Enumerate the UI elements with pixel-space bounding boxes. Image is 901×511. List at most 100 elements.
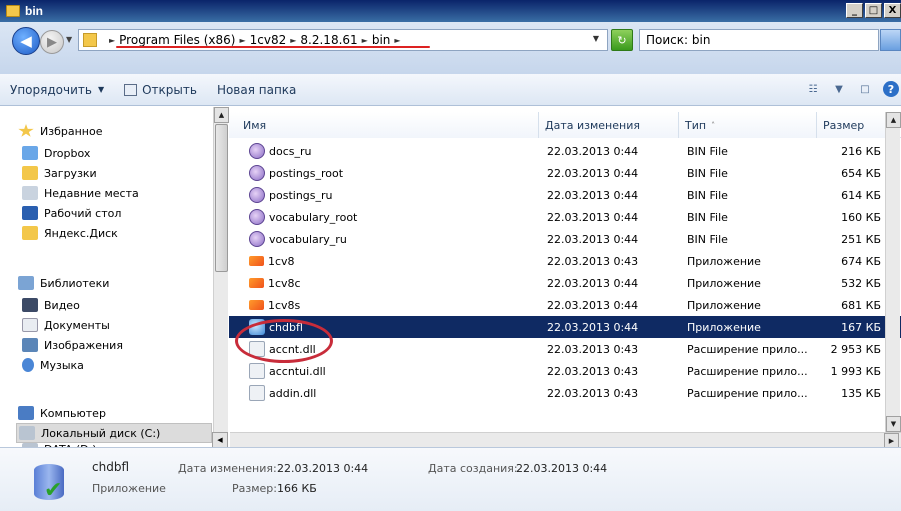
- forward-button[interactable]: ▶: [40, 30, 64, 54]
- table-row[interactable]: addin.dll 22.03.2013 0:43 Расширение прило…: [229, 382, 901, 404]
- table-row[interactable]: vocabulary_root 22.03.2013 0:44 BIN File 16…: [229, 206, 901, 228]
- organize-button[interactable]: Упорядочить ▼: [0, 83, 114, 97]
- back-button[interactable]: ◀: [12, 27, 40, 55]
- file-list-scrollbar[interactable]: ▲ ▼: [885, 112, 901, 432]
- dll-file-icon: [249, 385, 265, 401]
- nav-favorites[interactable]: Избранное: [18, 121, 102, 141]
- table-row[interactable]: 1cv8 22.03.2013 0:43 Приложение 674 КБ: [229, 250, 901, 272]
- nav-item-drive-c[interactable]: Локальный диск (C:): [16, 423, 212, 443]
- refresh-button[interactable]: ↻: [611, 29, 633, 51]
- chevron-down-icon[interactable]: ▼: [593, 34, 599, 43]
- file-type: Приложение: [687, 254, 761, 268]
- downloads-folder-icon: [22, 166, 38, 180]
- close-button[interactable]: X: [884, 3, 901, 18]
- file-type: Расширение прило...: [687, 386, 808, 400]
- scroll-down-icon[interactable]: ▼: [886, 416, 901, 432]
- chevron-down-icon: ▼: [97, 85, 105, 94]
- table-row[interactable]: vocabulary_ru 22.03.2013 0:44 BIN File 251 …: [229, 228, 901, 250]
- horizontal-scrollbar[interactable]: ▶: [230, 432, 901, 449]
- table-row[interactable]: 1cv8c 22.03.2013 0:44 Приложение 532 КБ: [229, 272, 901, 294]
- nav-scrollbar[interactable]: ▲: [213, 107, 229, 432]
- nav-item-video[interactable]: Видео: [22, 295, 80, 315]
- table-row[interactable]: postings_ru 22.03.2013 0:44 BIN File 614 КБ: [229, 184, 901, 206]
- nav-item-music[interactable]: Музыка: [22, 355, 84, 375]
- breadcrumb-bin[interactable]: bin: [372, 33, 391, 47]
- nav-libraries[interactable]: Библиотеки: [18, 273, 109, 293]
- file-date: 22.03.2013 0:43: [547, 386, 639, 400]
- new-folder-button[interactable]: Новая папка: [207, 83, 306, 97]
- bin-file-icon: [249, 231, 265, 247]
- file-size: 532 КБ: [841, 276, 881, 290]
- column-size[interactable]: Размер: [817, 112, 887, 138]
- bin-file-icon: [249, 143, 265, 159]
- file-date: 22.03.2013 0:43: [547, 364, 639, 378]
- application-icon: ✔: [30, 460, 68, 506]
- breadcrumb: ► Program Files (x86) ► 1cv82 ► 8.2.18.6…: [105, 33, 405, 47]
- nav-item-yandex-disk[interactable]: Яндекс.Диск: [22, 223, 118, 243]
- scroll-up-icon[interactable]: ▲: [886, 112, 901, 128]
- help-button[interactable]: ?: [881, 80, 901, 98]
- recent-pages-dropdown[interactable]: ▼: [66, 35, 72, 44]
- file-date: 22.03.2013 0:44: [547, 276, 639, 290]
- column-date[interactable]: Дата изменения: [539, 112, 679, 138]
- details-size-value: 166 КБ: [277, 482, 317, 495]
- nav-item-desktop[interactable]: Рабочий стол: [22, 203, 121, 223]
- file-size: 216 КБ: [841, 144, 881, 158]
- chevron-right-icon[interactable]: ►: [394, 36, 400, 45]
- open-button[interactable]: Открыть: [114, 83, 207, 97]
- nav-item-recent[interactable]: Недавние места: [22, 183, 139, 203]
- file-size: 1 993 КБ: [830, 364, 881, 378]
- navigation-pane: Избранное Dropbox Загрузки Недавние мест…: [0, 107, 229, 451]
- file-date: 22.03.2013 0:43: [547, 254, 639, 268]
- file-name-cell: vocabulary_root: [229, 209, 539, 225]
- scroll-left-icon[interactable]: ◀: [212, 432, 228, 448]
- breadcrumb-program-files[interactable]: Program Files (x86): [119, 33, 235, 47]
- file-date: 22.03.2013 0:43: [547, 342, 639, 356]
- scroll-up-icon[interactable]: ▲: [214, 107, 229, 123]
- details-created-value: 22.03.2013 0:44: [516, 462, 608, 475]
- breadcrumb-1cv82[interactable]: 1cv82: [250, 33, 287, 47]
- maximize-button[interactable]: □: [865, 3, 882, 18]
- breadcrumb-version[interactable]: 8.2.18.61: [300, 33, 357, 47]
- minimize-button[interactable]: _: [846, 3, 863, 18]
- chevron-right-icon[interactable]: ►: [239, 36, 245, 45]
- file-size: 251 КБ: [841, 232, 881, 246]
- file-name: vocabulary_ru: [269, 232, 347, 246]
- chevron-right-icon[interactable]: ►: [362, 36, 368, 45]
- annotation-circle: [235, 319, 333, 363]
- table-row[interactable]: accntui.dll 22.03.2013 0:43 Расширение при…: [229, 360, 901, 382]
- column-name[interactable]: Имя: [229, 112, 539, 138]
- search-icon[interactable]: [880, 29, 901, 51]
- file-name: 1cv8s: [268, 298, 301, 312]
- app-file-icon: [249, 300, 264, 310]
- desktop-icon: [22, 206, 38, 220]
- file-size: 614 КБ: [841, 188, 881, 202]
- bin-file-icon: [249, 187, 265, 203]
- nav-item-label: Загрузки: [44, 166, 97, 180]
- new-folder-label: Новая папка: [216, 82, 297, 97]
- chevron-down-icon[interactable]: ▼: [829, 80, 849, 98]
- chevron-right-icon[interactable]: ►: [109, 36, 115, 45]
- nav-item-pictures[interactable]: Изображения: [22, 335, 123, 355]
- file-type: Расширение прило...: [687, 364, 808, 378]
- file-date: 22.03.2013 0:44: [547, 166, 639, 180]
- table-row[interactable]: postings_root 22.03.2013 0:44 BIN File 654 …: [229, 162, 901, 184]
- nav-item-label: Музыка: [40, 358, 84, 372]
- file-type: BIN File: [687, 232, 728, 246]
- details-pane: ✔ chdbfl Приложение Дата изменения: 22.0…: [0, 447, 901, 511]
- column-type[interactable]: Тип ˄: [679, 112, 817, 138]
- table-row[interactable]: docs_ru 22.03.2013 0:44 BIN File 216 КБ: [229, 140, 901, 162]
- search-input[interactable]: Поиск: bin: [639, 29, 879, 51]
- nav-item-downloads[interactable]: Загрузки: [22, 163, 97, 183]
- nav-scrollbar-thumb[interactable]: [215, 124, 228, 272]
- nav-item-dropbox[interactable]: Dropbox: [22, 143, 90, 163]
- view-options-icon[interactable]: ☷: [803, 80, 823, 98]
- nav-computer[interactable]: Компьютер: [18, 403, 106, 423]
- file-name-cell: postings_ru: [229, 187, 539, 203]
- file-name: postings_ru: [269, 188, 333, 202]
- chevron-right-icon[interactable]: ►: [290, 36, 296, 45]
- file-name-cell: 1cv8: [229, 255, 539, 268]
- nav-item-documents[interactable]: Документы: [22, 315, 110, 335]
- preview-pane-icon[interactable]: □: [855, 80, 875, 98]
- table-row[interactable]: 1cv8s 22.03.2013 0:44 Приложение 681 КБ: [229, 294, 901, 316]
